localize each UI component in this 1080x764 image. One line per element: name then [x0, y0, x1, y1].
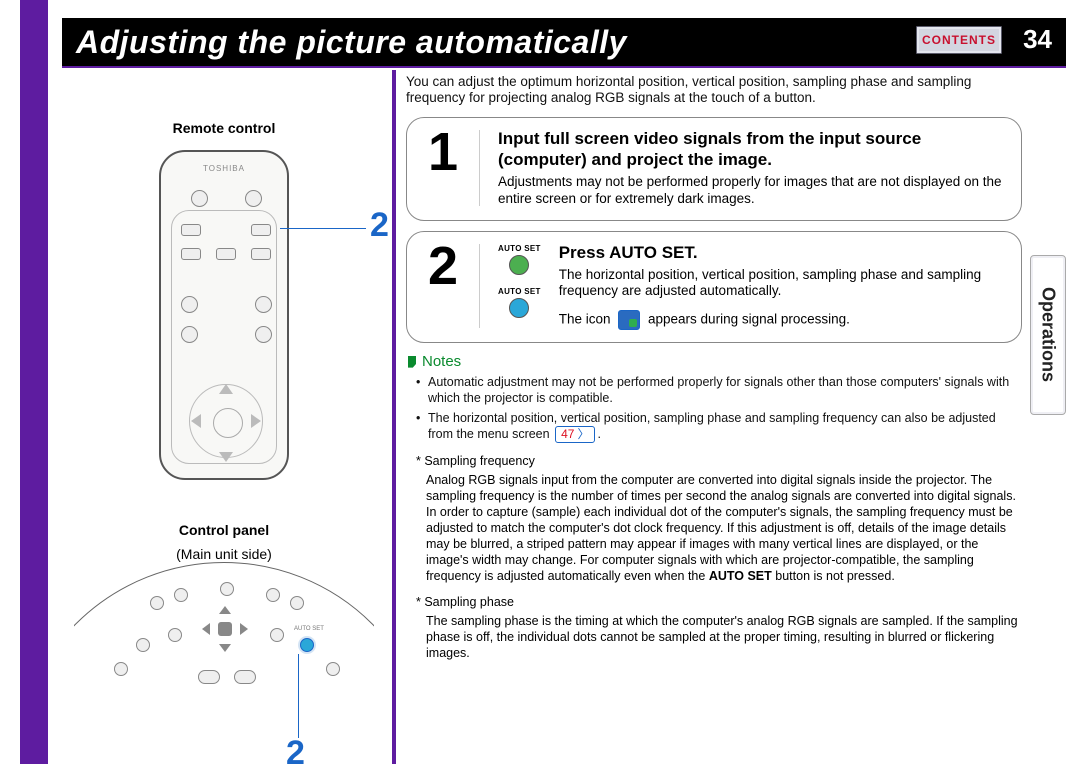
- notes-list: Automatic adjustment may not be performe…: [406, 374, 1022, 443]
- panel-button: [114, 662, 128, 676]
- right-column: You can adjust the optimum horizontal po…: [406, 74, 1022, 661]
- note-item-text: The horizontal position, vertical positi…: [428, 411, 996, 441]
- title-underline: [62, 66, 1066, 68]
- remote-body: TOSHIBA: [159, 150, 289, 480]
- remote-button: [255, 296, 272, 313]
- step-divider: [479, 130, 480, 206]
- page-title: Adjusting the picture automatically: [76, 24, 627, 61]
- callout-line: [280, 228, 366, 229]
- panel-button: [290, 596, 304, 610]
- notes-header: Notes: [408, 353, 1022, 370]
- page-ref-arrow-icon: 〉: [577, 427, 589, 442]
- panel-button: [198, 670, 220, 684]
- control-panel-sublabel: (Main unit side): [64, 546, 384, 562]
- panel-button: [234, 670, 256, 684]
- step-body-text: The horizontal position, vertical positi…: [559, 267, 1007, 300]
- remote-button: [251, 248, 271, 260]
- auto-set-label: AUTO SET: [498, 287, 541, 296]
- arrow-left-icon: [191, 414, 201, 428]
- remote-button: [255, 326, 272, 343]
- remote-button: [181, 248, 201, 260]
- callout-line: [298, 654, 299, 738]
- step-body-text: Adjustments may not be performed properl…: [498, 174, 1007, 207]
- remote-button: [216, 248, 236, 260]
- callout-number-remote: 2: [370, 206, 389, 245]
- remote-brand: TOSHIBA: [161, 164, 287, 173]
- remote-button: [191, 190, 208, 207]
- term-title: Sampling frequency: [416, 453, 1022, 469]
- remote-button: [181, 326, 198, 343]
- step-divider: [479, 244, 480, 329]
- step2-icon-line: The icon appears during signal processin…: [559, 310, 1007, 330]
- remote-control-label: Remote control: [64, 120, 384, 136]
- panel-button: [266, 588, 280, 602]
- purple-spine: [20, 0, 48, 764]
- note-item: The horizontal position, vertical positi…: [416, 410, 1022, 443]
- remote-illustration: TOSHIBA 2: [64, 144, 384, 494]
- auto-set-panel-icon: [509, 298, 529, 318]
- page-header: Adjusting the picture automatically CONT…: [62, 18, 1066, 66]
- column-divider: [392, 70, 396, 764]
- page-ref-number: 47: [561, 427, 574, 442]
- panel-button: [136, 638, 150, 652]
- manual-page: Adjusting the picture automatically CONT…: [0, 0, 1080, 764]
- notes-header-label: Notes: [422, 353, 461, 370]
- side-tab-label: Operations: [1038, 287, 1059, 382]
- intro-text: You can adjust the optimum horizontal po…: [406, 74, 1022, 107]
- callout-number-panel: 2: [286, 734, 305, 764]
- panel-button: [174, 588, 188, 602]
- panel-auto-set-label: AUTO SET: [294, 626, 324, 632]
- panel-auto-set-button: [300, 638, 314, 652]
- step2-button-icons: AUTO SET AUTO SET: [498, 244, 541, 318]
- panel-button: [270, 628, 284, 642]
- term-sampling-frequency: Sampling frequency Analog RGB signals in…: [406, 453, 1022, 584]
- term-body: Analog RGB signals input from the comput…: [416, 472, 1022, 584]
- control-panel-illustration: AUTO SET: [74, 562, 374, 702]
- term-sampling-phase: Sampling phase The sampling phase is the…: [406, 594, 1022, 661]
- auto-set-remote-icon: [509, 255, 529, 275]
- icon-line-pre: The icon: [559, 312, 611, 327]
- control-panel-label: Control panel: [64, 522, 384, 538]
- panel-button: [150, 596, 164, 610]
- step-title: Input full screen video signals from the…: [498, 128, 1007, 170]
- arrow-up-icon: [219, 384, 233, 394]
- icon-line-post: appears during signal processing.: [648, 312, 850, 327]
- panel-dpad: [204, 608, 246, 650]
- arrow-down-icon: [219, 452, 233, 462]
- page-number: 34: [1023, 24, 1052, 55]
- step-2: 2 AUTO SET AUTO SET Press AUTO SET. The …: [406, 231, 1022, 344]
- remote-button: [181, 296, 198, 313]
- step-number: 1: [421, 128, 465, 177]
- note-icon: [408, 356, 416, 368]
- term-body: The sampling phase is the timing at whic…: [416, 613, 1022, 661]
- term-title: Sampling phase: [416, 594, 1022, 610]
- left-column: Remote control TOSHIBA: [64, 120, 384, 494]
- step-1: 1 Input full screen video signals from t…: [406, 117, 1022, 221]
- remote-button: [245, 190, 262, 207]
- page-reference-link[interactable]: 47〉: [555, 426, 595, 443]
- side-tab-operations[interactable]: Operations: [1030, 255, 1066, 415]
- panel-button: [326, 662, 340, 676]
- step-number: 2: [421, 242, 465, 291]
- contents-button[interactable]: CONTENTS: [916, 26, 1002, 54]
- processing-icon: [618, 310, 640, 330]
- panel-button: [168, 628, 182, 642]
- note-item: Automatic adjustment may not be performe…: [416, 374, 1022, 406]
- step-title: Press AUTO SET.: [559, 242, 1007, 263]
- remote-button: [181, 224, 201, 236]
- control-panel-section: Control panel (Main unit side): [64, 522, 384, 722]
- arrow-right-icon: [251, 414, 261, 428]
- remote-button: [251, 224, 271, 236]
- panel-button: [220, 582, 234, 596]
- auto-set-label: AUTO SET: [498, 244, 541, 253]
